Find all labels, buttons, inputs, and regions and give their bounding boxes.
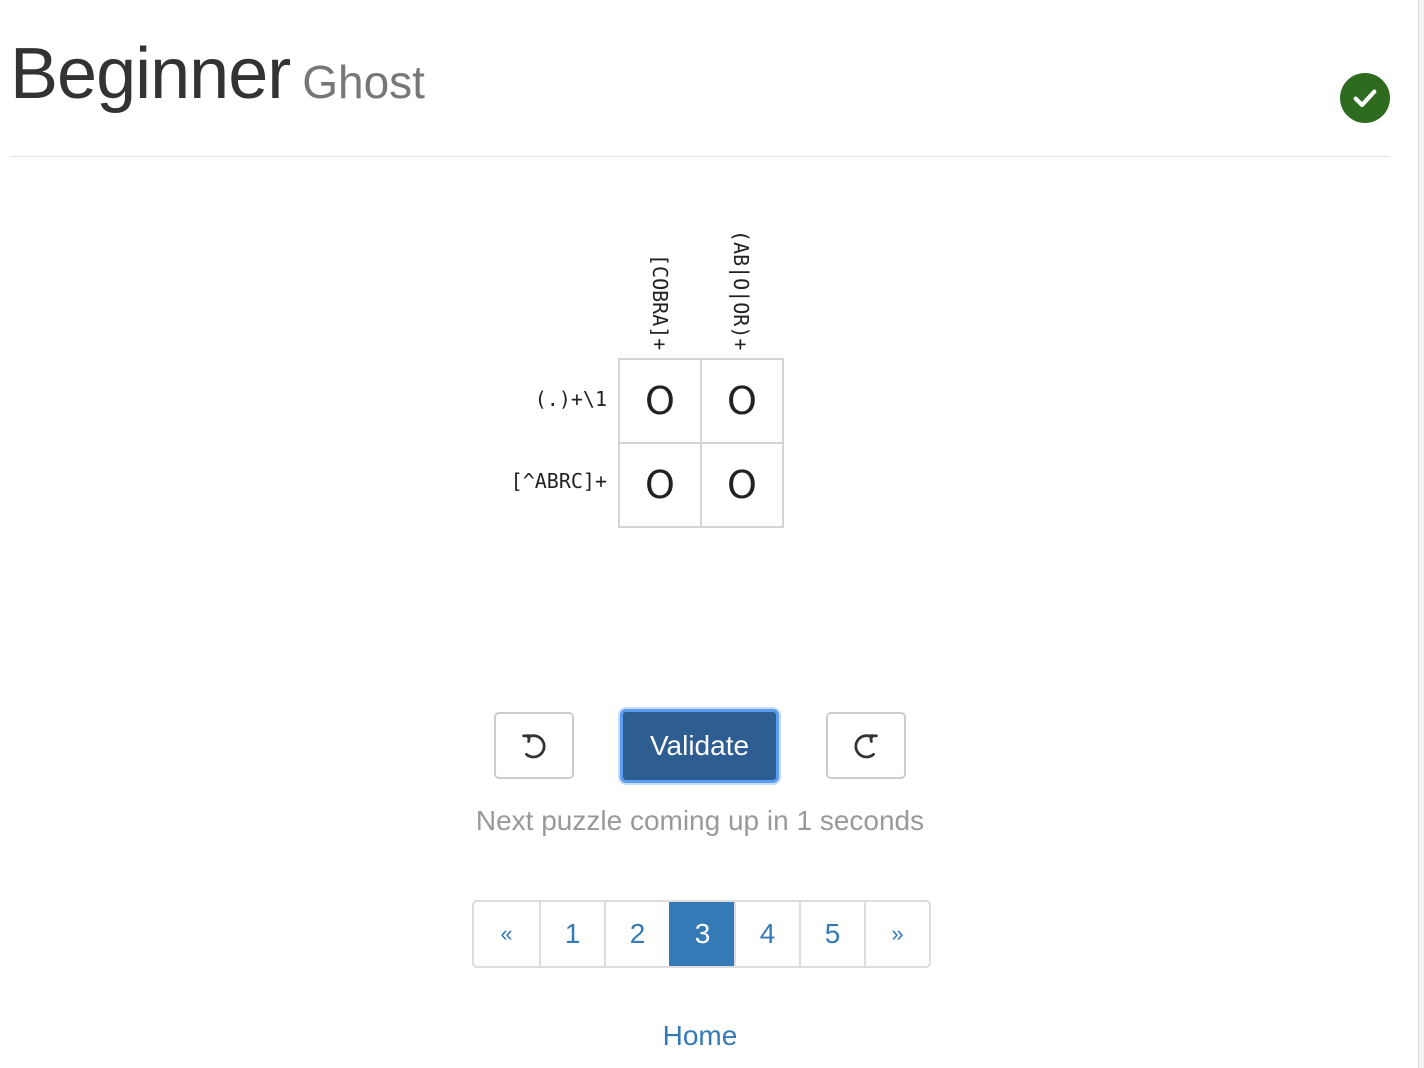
column-clue-1: [COBRA]+ xyxy=(648,253,672,350)
page-link-5[interactable]: 5 xyxy=(799,902,864,966)
puzzle-name: Ghost xyxy=(302,56,425,108)
page-link-2[interactable]: 2 xyxy=(604,902,669,966)
page-header: Beginner Ghost xyxy=(10,38,425,110)
page-link-4[interactable]: 4 xyxy=(734,902,799,966)
undo-button[interactable] xyxy=(494,712,574,779)
puzzle-grid: O O O O xyxy=(618,358,784,528)
redo-button[interactable] xyxy=(826,712,906,779)
grid-cell[interactable]: O xyxy=(700,358,784,444)
redo-icon xyxy=(854,733,878,758)
page-title: Beginner xyxy=(10,34,291,114)
check-circle-icon xyxy=(1340,73,1390,123)
header-divider xyxy=(10,156,1390,157)
page-link-3-current[interactable]: 3 xyxy=(669,902,734,966)
grid-cell[interactable]: O xyxy=(618,358,702,444)
validate-button[interactable]: Validate xyxy=(620,709,779,783)
row-clue-2: [^ABRC]+ xyxy=(510,469,607,493)
undo-icon xyxy=(522,733,546,758)
page-link-1[interactable]: 1 xyxy=(539,902,604,966)
home-link[interactable]: Home xyxy=(600,1020,800,1052)
grid-row: O O xyxy=(618,442,784,528)
scrollbar-track xyxy=(1418,0,1424,1068)
grid-row: O O xyxy=(618,358,784,444)
row-clue-1: (.)+\1 xyxy=(534,387,607,411)
next-puzzle-countdown: Next puzzle coming up in 1 seconds xyxy=(475,805,925,836)
puzzle-pagination: « 1 2 3 4 5 » xyxy=(472,900,931,968)
grid-cell[interactable]: O xyxy=(700,442,784,528)
prev-page-link[interactable]: « xyxy=(474,902,539,966)
checkmark-icon xyxy=(1353,89,1377,108)
next-page-link[interactable]: » xyxy=(864,902,929,966)
grid-cell[interactable]: O xyxy=(618,442,702,528)
column-clue-2: (AB|O|OR)+ xyxy=(729,229,753,350)
